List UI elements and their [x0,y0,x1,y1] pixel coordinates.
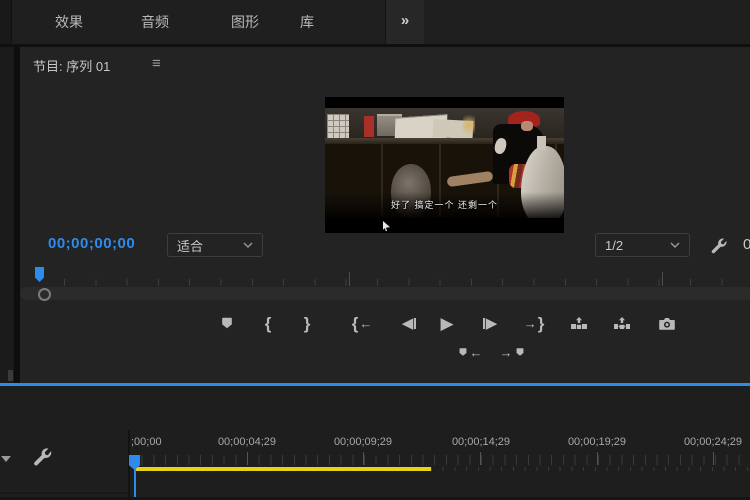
scene-bell-stem [537,136,546,150]
marker-icon [220,316,234,330]
marker-icon [458,347,468,357]
ruler-label: 00;00;09;29 [334,436,392,448]
ruler-major-tick [363,452,364,465]
monitor-playhead[interactable] [35,267,44,282]
program-monitor-title[interactable]: 节目: 序列 01 [33,56,110,75]
monitor-scrub-ruler[interactable] [64,279,750,286]
tab-overflow-chevron-icon[interactable]: » [386,0,424,44]
mark-in-button[interactable]: { [255,310,281,336]
duration-timecode-clipped: 0 [743,236,750,253]
ruler-label: 00;00;14;29 [452,436,510,448]
mark-in-icon: { [265,315,272,332]
play-icon: ▶ [440,315,453,332]
arrow-left-icon: ← [470,346,483,359]
ruler-label: 00;00;24;29 [684,436,742,448]
ruler-major-tick [713,452,714,465]
tab-bar-left-edge [0,0,12,44]
mark-out-icon: } [304,315,311,332]
ruler-label: ;00;00 [131,436,162,448]
arrow-left-icon: ← [359,317,372,330]
monitor-zoom-scrollbar[interactable] [20,287,750,300]
export-frame-button[interactable] [654,310,680,336]
playback-resolution-value: 1/2 [605,238,623,253]
extract-icon [613,316,631,331]
wrench-icon [31,445,53,468]
arrow-right-icon: → [500,346,513,359]
chevron-down-icon [243,242,253,248]
mark-out-button[interactable]: } [294,310,320,336]
go-to-out-button[interactable]: → } [521,310,547,336]
ruler-label: 00;00;04;29 [218,436,276,448]
wrench-icon [709,236,728,255]
chevron-down-icon [670,242,680,248]
camera-icon [658,316,676,331]
monitor-zoom-scrollbar-handle[interactable] [38,288,51,301]
monitor-ruler-major-tick [349,272,350,286]
play-button[interactable]: ▶ [434,310,460,336]
step-back-button[interactable]: ◀ [396,310,422,336]
in-brace-icon: { [352,315,359,332]
panel-menu-icon[interactable]: ≡ [152,55,161,72]
ruler-label: 00;00;19;29 [568,436,626,448]
scene-lamp-glow [463,111,475,139]
timeline-settings-button[interactable] [31,445,53,467]
arrow-right-icon: → [524,317,537,330]
panel-tab-bar: 效果 音频 图形 库 » [0,0,750,44]
go-to-next-marker-button[interactable]: → [497,342,527,362]
monitor-settings-button[interactable] [707,234,729,256]
scene-red-box [364,116,374,137]
scene-lattice-window [327,114,349,138]
current-timecode[interactable]: 00;00;00;00 [48,235,135,252]
work-area-bar[interactable] [134,467,431,471]
ruler-major-tick [247,452,248,465]
scene-clown-face [521,121,533,131]
monitor-ruler-major-tick [662,272,663,286]
go-to-previous-marker-button[interactable]: ← [455,342,485,362]
track-header-row-divider [0,492,128,494]
zoom-level-value: 适合 [177,236,203,255]
mouse-cursor [383,221,390,231]
step-back-icon: ◀ [402,316,414,331]
lift-button[interactable] [566,310,592,336]
timeline-ruler[interactable] [130,455,750,465]
tab-effects[interactable]: 效果 [46,0,92,44]
ruler-major-tick [480,452,481,465]
add-marker-button[interactable] [214,310,240,336]
tab-graphics[interactable]: 图形 [222,0,268,44]
adjacent-panel-scrollbar[interactable] [8,370,13,381]
premiere-window: 效果 音频 图形 库 » 节目: 序列 01 ≡ [0,0,750,500]
adjacent-panel-edge [0,47,14,383]
lift-icon [570,316,588,331]
out-brace-icon: } [538,315,545,332]
chevron-down-icon[interactable] [1,456,11,462]
step-forward-button[interactable]: ▶ [477,310,503,336]
step-forward-icon: ▶ [486,316,498,331]
step-back-bar [414,318,416,329]
tab-audio[interactable]: 音频 [132,0,178,44]
zoom-level-select[interactable]: 适合 [167,233,263,257]
ruler-major-tick [597,452,598,465]
video-scene: 好了 搞定一个 还剩一个 [325,108,564,218]
ruler-subticks [431,467,750,471]
step-forward-bar [483,318,485,329]
marker-icon [515,347,525,357]
timeline-panel: ;00;00 00;00;04;29 00;00;09;29 00;00;14;… [0,386,750,500]
video-frame[interactable]: 好了 搞定一个 还剩一个 [325,97,564,233]
go-to-in-button[interactable]: { ← [349,310,375,336]
tab-libraries[interactable]: 库 [288,0,326,44]
video-subtitle: 好了 搞定一个 还剩一个 [325,198,564,211]
playback-resolution-select[interactable]: 1/2 [595,233,690,257]
program-monitor-panel: 节目: 序列 01 ≡ [20,47,750,383]
extract-button[interactable] [609,310,635,336]
